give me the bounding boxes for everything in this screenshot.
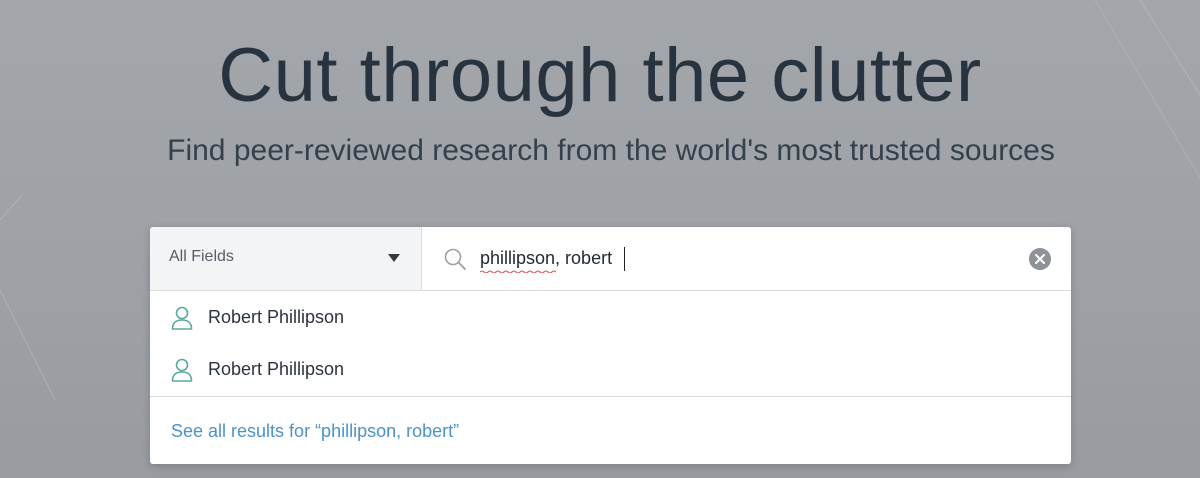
- field-select-value: All Fields: [169, 248, 234, 265]
- suggestion-item[interactable]: Robert Phillipson: [150, 291, 1071, 343]
- spellcheck-underline: [480, 270, 557, 273]
- clear-icon[interactable]: [1029, 248, 1051, 270]
- divider: [150, 396, 1071, 397]
- chevron-down-icon: [388, 254, 400, 262]
- suggestion-label: Robert Phillipson: [208, 359, 345, 379]
- search-input[interactable]: [480, 244, 980, 272]
- hero-title: Cut through the clutter: [218, 33, 982, 118]
- person-icon: [171, 358, 193, 382]
- text-cursor: [624, 247, 625, 271]
- see-all-results-link[interactable]: See all results for “phillipson, robert”: [171, 421, 459, 442]
- search-bar: All Fields: [150, 227, 1071, 291]
- person-icon: [171, 306, 193, 330]
- suggestion-label: Robert Phillipson: [208, 307, 345, 327]
- field-select-dropdown[interactable]: All Fields: [150, 227, 422, 290]
- page: { "hero": { "title": "Cut through the cl…: [0, 0, 1200, 478]
- search-panel: All Fields Robert Phillipson Rob: [150, 227, 1071, 464]
- hero-subtitle: Find peer-reviewed research from the wor…: [167, 134, 1055, 167]
- search-icon: [444, 248, 466, 270]
- suggestion-item[interactable]: Robert Phillipson: [150, 343, 1071, 395]
